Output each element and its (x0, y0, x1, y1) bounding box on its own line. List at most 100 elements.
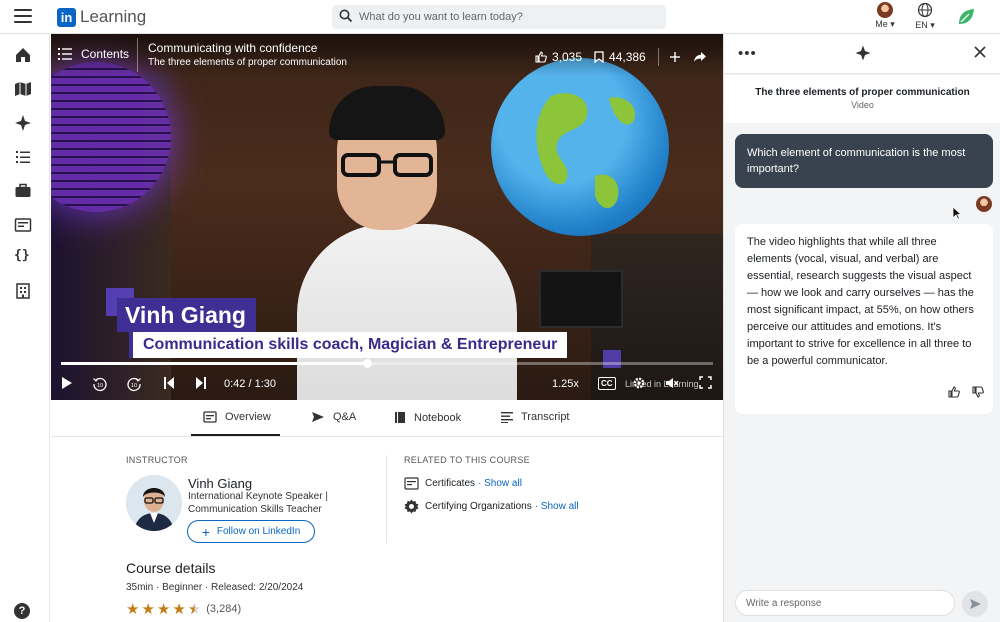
leaf-app-icon[interactable] (956, 7, 976, 27)
add-icon[interactable] (669, 51, 681, 63)
tab-label: Transcript (521, 411, 570, 423)
star-icon: ★ (172, 601, 186, 618)
fullscreen-icon[interactable] (699, 376, 712, 389)
list-icon[interactable] (14, 148, 32, 166)
certificate-icon[interactable] (14, 216, 32, 234)
send-icon (969, 599, 981, 609)
divider (657, 48, 659, 66)
instructor-title: International Keynote Speaker | Communic… (188, 491, 328, 515)
certificates-show-all-link[interactable]: · Show all (478, 478, 522, 489)
half-star-icon: ★ (187, 601, 202, 618)
instructor-section-label: INSTRUCTOR (126, 455, 188, 465)
building-icon[interactable] (14, 282, 32, 300)
close-icon[interactable] (973, 45, 987, 59)
captions-button[interactable]: CC (598, 377, 616, 390)
more-options-icon[interactable]: ••• (738, 45, 757, 62)
me-label: Me ▾ (875, 19, 895, 29)
course-details-heading: Course details (126, 560, 216, 576)
follow-on-linkedin-button[interactable]: + Follow on LinkedIn (187, 520, 315, 543)
tab-transcript[interactable]: Transcript (501, 411, 570, 423)
top-bar: in Learning Me ▾ EN ▾ (0, 0, 1000, 34)
feedback-buttons (936, 386, 984, 398)
save-count: 44,386 (609, 50, 646, 64)
svg-text:10: 10 (97, 383, 103, 389)
instructor-name[interactable]: Vinh Giang (188, 476, 252, 491)
me-menu[interactable]: Me ▾ (872, 2, 898, 30)
video-progress-bar[interactable] (61, 359, 713, 368)
thumbs-down-icon[interactable] (972, 386, 984, 398)
tab-notebook[interactable]: Notebook (394, 411, 461, 424)
code-icon[interactable]: {} (14, 248, 32, 266)
home-icon[interactable] (14, 46, 32, 64)
star-icon: ★ (141, 601, 155, 618)
tab-qa[interactable]: Q&A (311, 411, 356, 423)
rewind-10-icon[interactable]: 10 (92, 376, 108, 392)
rating-count: (3,284) (206, 603, 242, 615)
lower-third-role: Communication skills coach, Magician & E… (129, 332, 568, 358)
bookmark-icon (594, 51, 604, 63)
menu-icon[interactable] (14, 9, 32, 23)
like-button[interactable]: 3,035 (535, 50, 582, 64)
reply-input[interactable] (746, 591, 946, 615)
tab-overview[interactable]: Overview (203, 411, 271, 423)
presenter-glasses (341, 153, 433, 177)
linkedin-learning-logo[interactable]: in Learning (57, 7, 146, 27)
video-stats: 3,035 44,386 (535, 48, 707, 66)
video-title: The three elements of proper communicati… (148, 57, 347, 68)
linkedin-logo-mark: in (57, 7, 76, 27)
avatar (877, 2, 893, 18)
briefcase-icon[interactable] (14, 182, 32, 200)
answer-text: The video highlights that while all thre… (747, 236, 974, 367)
related-section-label: RELATED TO THIS COURSE (404, 455, 530, 465)
ai-sparkle-icon (855, 45, 871, 61)
course-title: Communicating with confidence (148, 41, 318, 55)
play-icon[interactable] (61, 376, 73, 390)
instructor-avatar[interactable] (126, 475, 182, 531)
reply-box[interactable] (735, 590, 955, 616)
help-icon[interactable]: ? (14, 603, 30, 619)
send-button[interactable] (962, 591, 988, 617)
language-menu[interactable]: EN ▾ (912, 2, 938, 31)
certificates-row: Certificates · Show all (404, 477, 522, 490)
ai-coach-panel: ••• The three elements of proper communi… (723, 34, 1000, 622)
star-icon: ★ (156, 601, 171, 618)
video-header: Contents Communicating with confidence T… (51, 34, 723, 76)
divider (137, 38, 138, 72)
video-controls: 10 10 0:42 / 1:30 1.25x CC Linked in Lea… (51, 372, 723, 396)
settings-icon[interactable] (632, 376, 646, 390)
volume-muted-icon[interactable] (665, 376, 679, 390)
globe-icon (917, 2, 933, 18)
contents-label: Contents (81, 47, 130, 61)
video-player[interactable]: Vinh Giang Communication skills coach, M… (51, 34, 723, 400)
thumbs-up-icon (535, 51, 547, 63)
course-meta: 35min · Beginner · Released: 2/20/2024 (126, 582, 304, 593)
thumbs-up-icon[interactable] (948, 386, 960, 398)
certifying-orgs-label: Certifying Organizations (425, 501, 532, 512)
next-icon[interactable] (195, 376, 207, 390)
ai-sparkle-icon[interactable] (14, 114, 32, 132)
divider (386, 455, 387, 543)
presenter-hair (329, 86, 445, 140)
mouse-cursor-icon (952, 206, 962, 220)
context-title: The three elements of proper communicati… (755, 87, 970, 98)
previous-icon[interactable] (163, 376, 175, 390)
certificate-icon (404, 477, 419, 490)
like-count: 3,035 (552, 50, 583, 64)
course-tabs: Overview Q&A Notebook Transcript (51, 400, 723, 437)
forward-10-icon[interactable]: 10 (126, 376, 142, 392)
search-bar[interactable] (332, 5, 666, 29)
certificates-label: Certificates (425, 478, 476, 489)
search-input[interactable] (359, 7, 659, 27)
map-icon[interactable] (14, 80, 32, 98)
contents-button[interactable]: Contents (58, 47, 129, 61)
user-avatar (976, 196, 992, 212)
transcript-icon (501, 412, 513, 423)
playback-speed[interactable]: 1.25x (552, 378, 579, 390)
user-question-bubble: Which element of communication is the mo… (735, 134, 993, 188)
badge-icon (404, 499, 419, 514)
share-icon[interactable] (693, 51, 707, 63)
tab-label: Q&A (333, 411, 357, 423)
save-button[interactable]: 44,386 (594, 50, 646, 64)
certifying-orgs-show-all-link[interactable]: · Show all (535, 501, 579, 512)
video-time: 0:42 / 1:30 (224, 378, 276, 390)
